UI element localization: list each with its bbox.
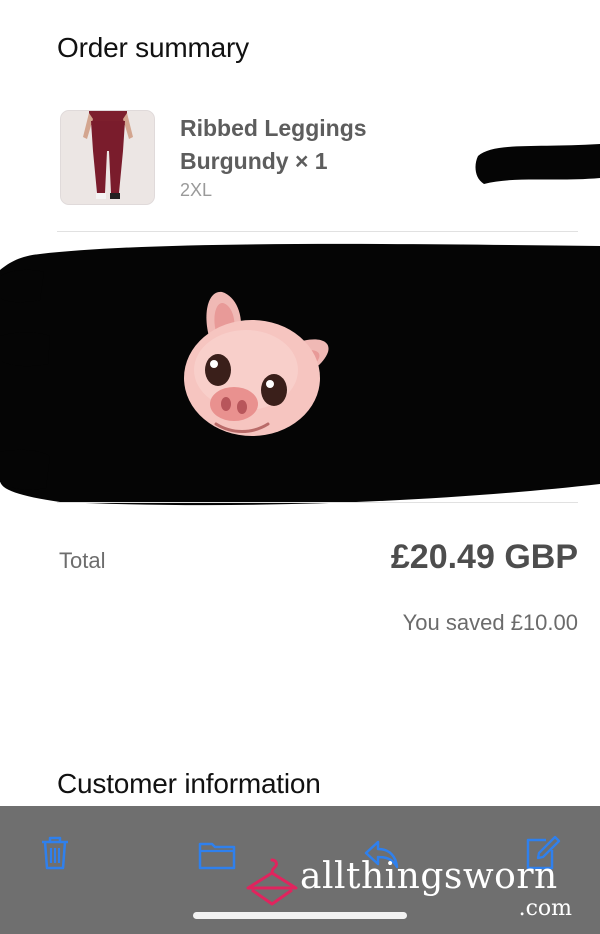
- divider: [57, 502, 578, 503]
- total-value: £20.49 GBP: [390, 538, 578, 576]
- price-redaction: [475, 144, 600, 184]
- pig-sticker-icon: [184, 291, 329, 436]
- hanger-icon: [246, 858, 298, 906]
- watermark-suffix: .com: [518, 896, 572, 921]
- trash-icon[interactable]: [34, 832, 76, 874]
- divider: [57, 231, 578, 232]
- product-variant: 2XL: [180, 180, 213, 200]
- order-summary-title: Order summary: [57, 32, 249, 63]
- product-name: Ribbed Leggings Burgundy × 1: [180, 115, 367, 174]
- total-label: Total: [59, 548, 106, 573]
- watermark-text: allthingsworn: [300, 856, 558, 897]
- customer-information-title: Customer information: [57, 768, 321, 799]
- product-image[interactable]: [60, 110, 155, 205]
- home-indicator[interactable]: [193, 912, 407, 919]
- savings-text: You saved £10.00: [402, 610, 578, 635]
- folder-icon[interactable]: [196, 832, 238, 874]
